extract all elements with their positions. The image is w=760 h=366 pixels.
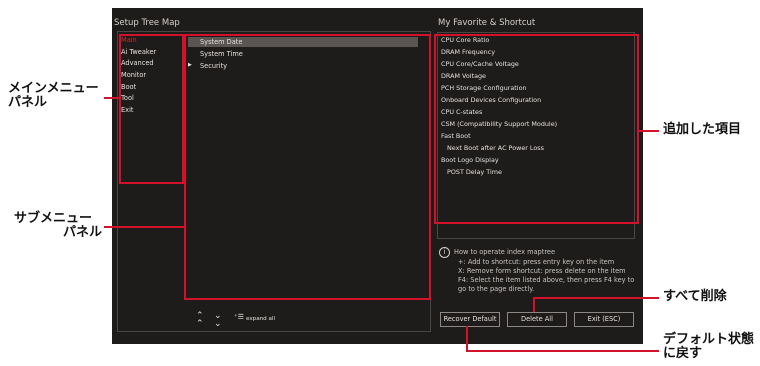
connector-delete-all-h xyxy=(533,297,659,299)
help-line: F4: Select the item listed above, then p… xyxy=(458,276,635,284)
delete-all-button[interactable]: Delete All xyxy=(507,312,567,327)
help-line: X: Remove form shortcut: press delete on… xyxy=(458,267,626,275)
callout-line: サブメニュー xyxy=(14,211,93,226)
setup-tree-map-title: Setup Tree Map xyxy=(114,18,180,28)
callout-line: に戻す xyxy=(663,346,703,361)
main-menu-highlight xyxy=(119,34,184,184)
callout-line: デフォルト状態 xyxy=(663,332,755,347)
callout-line: メインメニュー xyxy=(8,81,99,96)
exit-button[interactable]: Exit (ESC) xyxy=(574,312,634,327)
recover-default-button[interactable]: Recover Default xyxy=(440,312,500,327)
expand-all-label[interactable]: expand all xyxy=(246,316,275,322)
favorites-highlight xyxy=(434,34,639,224)
sub-menu-highlight xyxy=(184,34,431,300)
help-line: +: Add to shortcut: press entry key on t… xyxy=(458,258,615,266)
collapse-up-icon[interactable]: ⌃ ⌃ xyxy=(196,312,204,329)
callout-line: パネル xyxy=(62,225,102,240)
connector-sub-menu xyxy=(104,226,185,228)
callout-sub-menu-panel: サブメニュー パネル xyxy=(14,212,104,240)
favorites-title: My Favorite & Shortcut xyxy=(438,18,536,28)
connector-recover-h xyxy=(466,350,659,352)
help-line: go to the page directly. xyxy=(458,285,535,293)
callout-line: パネル xyxy=(8,95,48,110)
callout-restore-default: デフォルト状態 に戻す xyxy=(663,333,754,361)
help-line: How to operate index maptree xyxy=(454,248,556,256)
callout-added-items: 追加した項目 xyxy=(663,122,742,137)
callout-main-menu-panel: メインメニュー パネル xyxy=(8,82,104,110)
callout-delete-all: すべて削除 xyxy=(663,289,727,304)
expand-all-icon[interactable]: ⁺☰ xyxy=(234,313,244,321)
connector-recover-v xyxy=(466,326,468,351)
connector-delete-all-v xyxy=(533,298,535,312)
connector-favorites xyxy=(639,130,659,132)
info-icon: i xyxy=(439,247,450,258)
collapse-down-icon[interactable]: ⌄ ⌄ xyxy=(214,312,222,329)
connector-main-menu xyxy=(104,97,120,99)
